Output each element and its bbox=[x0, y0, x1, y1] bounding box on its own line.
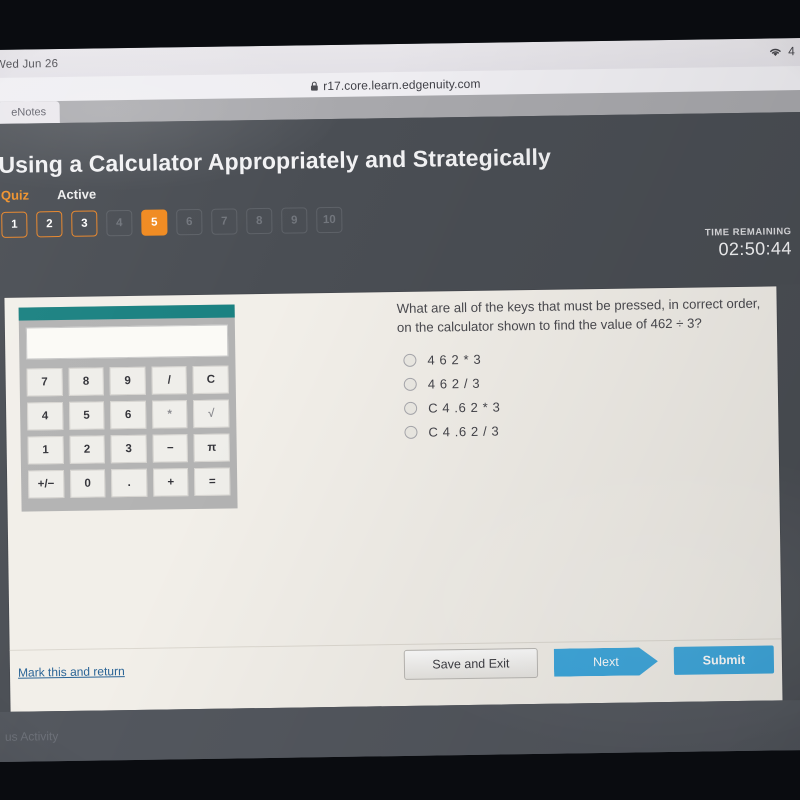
battery-level: 4 bbox=[788, 44, 795, 59]
question-nav-8: 8 bbox=[246, 207, 273, 235]
calculator-widget[interactable]: 7 8 9/C 4 5 6 * √ 1 2 3− π +/− 0. + = bbox=[18, 304, 238, 512]
question-nav-9: 9 bbox=[281, 207, 308, 234]
answer-option-label: C 4 .6 2 / 3 bbox=[428, 423, 500, 440]
calculator-key-/[interactable]: / bbox=[151, 366, 188, 395]
calculator-key-6[interactable]: 6 bbox=[110, 400, 147, 430]
calculator-row: 7 8 9/C bbox=[26, 365, 229, 397]
next-button[interactable]: Next bbox=[554, 647, 658, 677]
radio-button[interactable] bbox=[404, 401, 418, 415]
calculator-key-3[interactable]: 3 bbox=[110, 434, 147, 464]
page-bottom-area: us Activity bbox=[0, 699, 800, 762]
action-buttons: Save and Exit Next Submit bbox=[403, 644, 775, 680]
calculator-key-π[interactable]: π bbox=[193, 433, 230, 463]
radio-button[interactable] bbox=[403, 377, 417, 391]
calculator-key-C[interactable]: C bbox=[192, 365, 229, 395]
question-nav-1[interactable]: 1 bbox=[1, 211, 28, 238]
os-status-right: 4 bbox=[768, 44, 795, 58]
calculator-title-bar bbox=[18, 304, 235, 321]
question-nav-7: 7 bbox=[211, 208, 238, 235]
calculator-row: 4 5 6 * √ bbox=[26, 399, 230, 431]
question-nav-5[interactable]: 5 bbox=[141, 209, 168, 236]
calculator-key-√[interactable]: √ bbox=[193, 399, 230, 429]
save-and-exit-button[interactable]: Save and Exit bbox=[403, 647, 539, 680]
answer-option-label: 4 6 2 / 3 bbox=[427, 375, 481, 392]
question-text: What are all of the keys that must be pr… bbox=[396, 295, 761, 336]
assignment-meta: Quiz Active bbox=[1, 186, 96, 202]
submit-button[interactable]: Submit bbox=[673, 645, 775, 675]
mark-this-and-return-link[interactable]: Mark this and return bbox=[18, 664, 125, 680]
radio-button[interactable] bbox=[404, 425, 418, 439]
answer-option-label: 4 6 2 * 3 bbox=[427, 351, 482, 368]
tab-enotes[interactable]: eNotes bbox=[0, 101, 60, 124]
question-nav-3[interactable]: 3 bbox=[71, 210, 98, 237]
lock-icon bbox=[310, 81, 318, 91]
answer-options[interactable]: 4 6 2 * 3 4 6 2 / 3 C 4 .6 2 * 3 C 4 .6 2 /… bbox=[403, 343, 744, 444]
calculator-key-+/−[interactable]: +/− bbox=[28, 469, 65, 499]
time-remaining: TIME REMAINING 02:50:44 bbox=[705, 226, 792, 260]
assignment-type-label: Quiz bbox=[0, 187, 30, 203]
calculator-key-8[interactable]: 8 bbox=[68, 367, 105, 396]
os-date: Wed Jun 26 bbox=[0, 58, 59, 71]
wifi-icon bbox=[770, 48, 782, 56]
url-text: r17.core.learn.edgenuity.com bbox=[323, 76, 481, 94]
question-panel: 7 8 9/C 4 5 6 * √ 1 2 3− π +/− 0. + = What are all of t… bbox=[4, 286, 783, 712]
lesson-header: Using a Calculator Appropriately and Str… bbox=[0, 112, 800, 297]
calculator-key-0[interactable]: 0 bbox=[69, 469, 106, 498]
screen-photo: Wed Jun 26 4 r17.core.learn.edgenuity.co… bbox=[0, 0, 800, 800]
answer-option-label: C 4 .6 2 * 3 bbox=[428, 399, 501, 416]
question-nav-2[interactable]: 2 bbox=[36, 210, 63, 238]
calculator-key-9[interactable]: 9 bbox=[109, 366, 146, 396]
calculator-row: +/− 0. + = bbox=[28, 467, 231, 499]
page-title: Using a Calculator Appropriately and Str… bbox=[0, 143, 552, 178]
calculator-key-7[interactable]: 7 bbox=[26, 368, 63, 397]
question-nav-10: 10 bbox=[316, 206, 343, 234]
calculator-key-−[interactable]: − bbox=[152, 434, 189, 463]
device-screen: Wed Jun 26 4 r17.core.learn.edgenuity.co… bbox=[0, 38, 800, 762]
calculator-keypad[interactable]: 7 8 9/C 4 5 6 * √ 1 2 3− π +/− 0. + = bbox=[19, 365, 237, 499]
question-navigation[interactable]: 1 2 3 4 5 6 7 8 9 10 bbox=[1, 206, 343, 238]
assignment-status-label: Active bbox=[56, 186, 97, 203]
calculator-key-+[interactable]: + bbox=[152, 468, 189, 497]
calculator-key-1[interactable]: 1 bbox=[27, 436, 64, 465]
time-remaining-label: TIME REMAINING bbox=[704, 226, 792, 239]
calculator-key-5[interactable]: 5 bbox=[68, 401, 105, 430]
question-nav-4: 4 bbox=[106, 209, 133, 237]
calculator-key-.[interactable]: . bbox=[111, 468, 148, 498]
bottom-ghost-text: us Activity bbox=[4, 729, 59, 744]
calculator-key-2[interactable]: 2 bbox=[69, 435, 106, 464]
calculator-row: 1 2 3− π bbox=[27, 433, 230, 465]
answer-option[interactable]: C 4 .6 2 / 3 bbox=[404, 415, 744, 444]
radio-button[interactable] bbox=[403, 353, 417, 367]
calculator-key-=[interactable]: = bbox=[194, 467, 231, 497]
tab-enotes-label: eNotes bbox=[11, 106, 47, 119]
time-remaining-value: 02:50:44 bbox=[718, 238, 792, 260]
question-nav-6: 6 bbox=[176, 208, 203, 236]
calculator-display bbox=[25, 324, 229, 360]
calculator-key-*[interactable]: * bbox=[151, 400, 188, 429]
calculator-key-4[interactable]: 4 bbox=[26, 402, 64, 431]
